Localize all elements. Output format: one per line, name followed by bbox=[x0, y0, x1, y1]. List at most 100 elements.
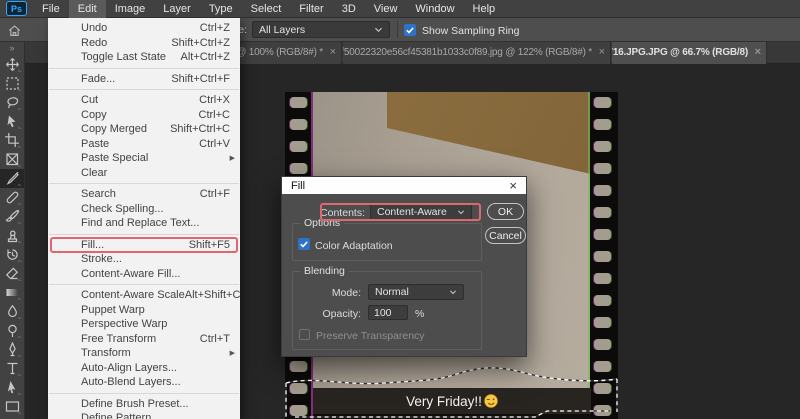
menu-item-free-transform[interactable]: Free TransformCtrl+T bbox=[48, 332, 240, 347]
menu-item-fade[interactable]: Fade...Shift+Ctrl+F bbox=[48, 72, 240, 87]
menu-item-transform[interactable]: Transform▶ bbox=[48, 346, 240, 361]
tab-img-5716-active[interactable]: IMG_5716.JPG.JPG @ 66.7% (RGB/8) × bbox=[612, 42, 767, 64]
cancel-button[interactable]: Cancel bbox=[485, 227, 526, 244]
menu-item-stroke[interactable]: Stroke... bbox=[48, 252, 240, 267]
tool-spot-healing-brush[interactable] bbox=[0, 188, 24, 207]
color-adaptation-checkbox[interactable] bbox=[298, 238, 310, 250]
mode-dropdown[interactable]: Normal bbox=[368, 284, 464, 300]
menu-item-label: Perspective Warp bbox=[81, 318, 167, 330]
tool-eyedropper[interactable] bbox=[0, 169, 24, 188]
menu-item-redo[interactable]: RedoShift+Ctrl+Z bbox=[48, 36, 240, 51]
menu-item-copy[interactable]: CopyCtrl+C bbox=[48, 108, 240, 123]
menu-item-shortcut: Shift+Ctrl+F bbox=[171, 73, 232, 85]
tab-close-icon[interactable]: × bbox=[330, 47, 336, 58]
menubar-item-help[interactable]: Help bbox=[464, 0, 505, 18]
blending-group-title: Blending bbox=[300, 265, 349, 277]
menu-item-fill[interactable]: Fill...Shift+F5 bbox=[48, 238, 240, 253]
menubar-item-3d[interactable]: 3D bbox=[333, 0, 365, 18]
menu-item-paste[interactable]: PasteCtrl+V bbox=[48, 137, 240, 152]
tool-crop[interactable] bbox=[0, 131, 24, 150]
menu-item-label: Clear bbox=[81, 167, 107, 179]
tool-rectangular-marquee[interactable] bbox=[0, 74, 24, 93]
menu-item-perspective-warp[interactable]: Perspective Warp bbox=[48, 317, 240, 332]
menu-item-auto-blend-layers[interactable]: Auto-Blend Layers... bbox=[48, 375, 240, 390]
menu-item-label: Search bbox=[81, 188, 116, 200]
film-sprocket-hole bbox=[594, 339, 611, 350]
menu-item-shortcut: Shift+F5 bbox=[189, 239, 232, 251]
tool-type[interactable] bbox=[0, 359, 24, 378]
menubar-item-edit[interactable]: Edit bbox=[69, 0, 106, 18]
menu-item-cut[interactable]: CutCtrl+X bbox=[48, 93, 240, 108]
tab-557f5002[interactable]: 557f50022320e56cf45381b1033c0f89.jpg @ 1… bbox=[343, 42, 611, 64]
show-sampling-ring-label: Show Sampling Ring bbox=[422, 25, 519, 37]
toolbar-collapse-button[interactable]: » bbox=[0, 42, 24, 55]
film-sprocket-hole bbox=[290, 405, 307, 416]
check-icon bbox=[299, 239, 309, 249]
eraser-icon bbox=[5, 266, 20, 281]
menu-item-paste-special[interactable]: Paste Special▶ bbox=[48, 151, 240, 166]
tool-dodge[interactable] bbox=[0, 321, 24, 340]
menubar-item-layer[interactable]: Layer bbox=[154, 0, 200, 18]
film-sprocket-hole bbox=[594, 119, 611, 130]
menu-item-shortcut: Ctrl+C bbox=[199, 109, 232, 121]
tool-brush[interactable] bbox=[0, 207, 24, 226]
menu-item-search[interactable]: SearchCtrl+F bbox=[48, 187, 240, 202]
opacity-input[interactable]: 100 bbox=[368, 305, 408, 320]
sample-dropdown[interactable]: All Layers bbox=[252, 21, 390, 38]
menu-item-find-and-replace-text[interactable]: Find and Replace Text... bbox=[48, 216, 240, 231]
menu-item-label: Copy Merged bbox=[81, 123, 147, 135]
menu-item-label: Check Spelling... bbox=[81, 203, 164, 215]
tool-history-brush[interactable] bbox=[0, 245, 24, 264]
path-selection-icon bbox=[5, 380, 20, 395]
tool-blur[interactable] bbox=[0, 302, 24, 321]
menu-item-define-brush-preset[interactable]: Define Brush Preset... bbox=[48, 397, 240, 412]
menu-item-content-aware-fill[interactable]: Content-Aware Fill... bbox=[48, 267, 240, 282]
menubar-item-filter[interactable]: Filter bbox=[290, 0, 332, 18]
tab-close-icon[interactable]: × bbox=[755, 47, 761, 58]
tool-frame[interactable] bbox=[0, 150, 24, 169]
film-sprocket-hole bbox=[594, 405, 611, 416]
tab-close-icon[interactable]: × bbox=[599, 47, 605, 58]
chevron-down-icon bbox=[449, 286, 457, 298]
menubar-item-type[interactable]: Type bbox=[200, 0, 242, 18]
clone-stamp-icon bbox=[5, 228, 20, 243]
tool-lasso[interactable] bbox=[0, 93, 24, 112]
move-icon bbox=[5, 57, 20, 72]
film-sprocket-hole bbox=[594, 317, 611, 328]
tool-path-selection[interactable] bbox=[0, 378, 24, 397]
home-button[interactable] bbox=[5, 21, 23, 39]
menu-item-define-pattern[interactable]: Define Pattern... bbox=[48, 411, 240, 419]
fill-dialog-titlebar[interactable]: Fill × bbox=[282, 177, 526, 194]
tool-pen[interactable] bbox=[0, 340, 24, 359]
menu-item-clear[interactable]: Clear bbox=[48, 166, 240, 181]
menu-item-auto-align-layers[interactable]: Auto-Align Layers... bbox=[48, 361, 240, 376]
menu-item-label: Undo bbox=[81, 22, 107, 34]
menubar-item-select[interactable]: Select bbox=[242, 0, 291, 18]
tool-eraser[interactable] bbox=[0, 264, 24, 283]
pen-icon bbox=[5, 342, 20, 357]
photo-caption-band: Very Friday!! bbox=[313, 388, 591, 414]
tool-object-selection[interactable] bbox=[0, 112, 24, 131]
menu-item-undo[interactable]: UndoCtrl+Z bbox=[48, 21, 240, 36]
film-sprocket-hole bbox=[594, 97, 611, 108]
tool-move[interactable] bbox=[0, 55, 24, 74]
menu-item-copy-merged[interactable]: Copy MergedShift+Ctrl+C bbox=[48, 122, 240, 137]
menubar-item-image[interactable]: Image bbox=[106, 0, 155, 18]
photoshop-window: Very Friday!! Ps FileEdit bbox=[0, 0, 800, 419]
menu-item-label: Define Pattern... bbox=[81, 412, 161, 419]
ok-button[interactable]: OK bbox=[487, 203, 524, 220]
menubar-item-window[interactable]: Window bbox=[406, 0, 463, 18]
menubar-item-file[interactable]: File bbox=[33, 0, 69, 18]
menu-item-content-aware-scale[interactable]: Content-Aware ScaleAlt+Shift+Ctrl+C bbox=[48, 288, 240, 303]
menu-item-check-spelling[interactable]: Check Spelling... bbox=[48, 202, 240, 217]
menu-item-shortcut: Shift+Ctrl+Z bbox=[171, 37, 232, 49]
menu-item-puppet-warp[interactable]: Puppet Warp bbox=[48, 303, 240, 318]
dialog-close-icon[interactable]: × bbox=[509, 179, 526, 192]
menu-item-toggle-last-state[interactable]: Toggle Last StateAlt+Ctrl+Z bbox=[48, 50, 240, 65]
film-sprocket-hole bbox=[594, 273, 611, 284]
show-sampling-ring-checkbox[interactable] bbox=[404, 24, 416, 36]
tool-gradient[interactable] bbox=[0, 283, 24, 302]
tool-rectangle[interactable] bbox=[0, 397, 24, 416]
tool-clone-stamp[interactable] bbox=[0, 226, 24, 245]
menubar-item-view[interactable]: View bbox=[365, 0, 407, 18]
